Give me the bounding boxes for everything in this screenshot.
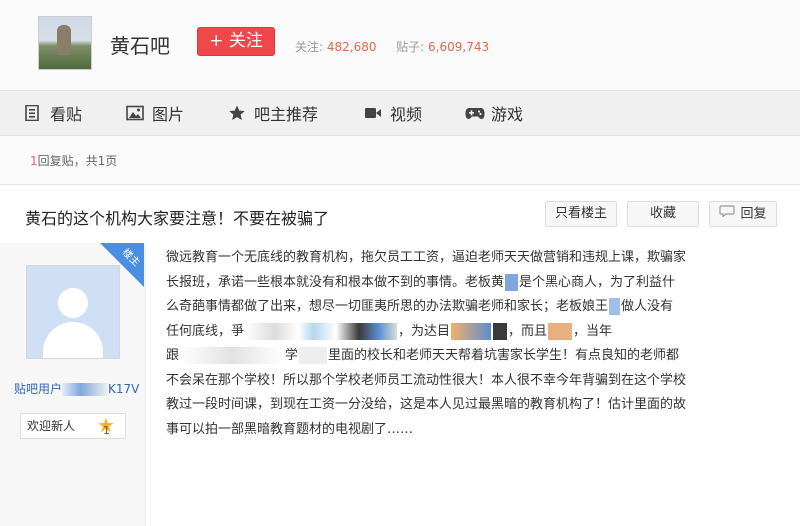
favorite-button[interactable]: 收藏 [627,201,699,227]
reply-count: 1回复贴，共1页 [30,152,117,169]
user-level: 1 [103,424,110,437]
redacted-mask [609,298,621,315]
nav-tab-recommended[interactable]: 吧主推荐 [228,102,318,124]
image-icon [126,105,144,121]
post-line: 微远教育一个无底线的教育机构，拖欠员工工资，逼迫老师天天做营销和违规上课，欺骗家 [166,250,687,265]
redacted-mask [180,347,285,364]
redacted-mask [245,322,398,340]
star-icon [228,105,246,121]
reply-button[interactable]: 回复 [709,201,777,227]
user-level-badge[interactable]: 欢迎新人 ★ 1 [20,413,126,439]
followers-count: 482,680 [326,40,377,54]
forum-header: 黄石吧 + 关注 关注: 482,680 贴子: 6,609,743 [0,0,800,90]
thread-title: 黄石的这个机构大家要注意！不要在被骗了 [25,209,330,228]
nav-tab-games[interactable]: 游戏 [465,102,523,124]
redacted-mask [299,347,328,364]
forum-avatar[interactable] [38,16,92,70]
document-icon [24,104,42,122]
page-suffix: 页 [105,154,118,168]
forum-stats: 关注: 482,680 贴子: 6,609,743 [295,38,489,55]
user-avatar[interactable] [26,265,120,359]
posts-label: 贴子: [396,40,425,54]
reply-count-number: 1 [30,154,38,168]
author-column: 楼主 贴吧用户 K17V 欢迎新人 ★ 1 [0,243,146,526]
posts-count: 6,609,743 [428,40,490,54]
comment-icon [719,202,736,226]
post-line: 跟学里面的校长和老师天天帮着坑害家长学生！有点良知的老师都 [166,347,680,364]
thread-title-bar: 黄石的这个机构大家要注意！不要在被骗了 只看楼主 收藏 回复 [0,184,800,244]
redacted-mask [493,322,508,340]
post-line: 不会呆在那个学校！所以那个学校老师员工流动性很大！本人很不幸今年背骗到在这个学校 [166,372,687,388]
redacted-mask [62,383,109,396]
followers-label: 关注: [295,40,324,54]
nav-tab-label: 游戏 [491,105,524,124]
redacted-mask [451,322,492,340]
post-line: 么奇葩事情都做了出来，想尽一切匪夷所思的办法欺骗老师和家长；老板娘王 做人没有 [166,298,674,315]
only-op-button[interactable]: 只看楼主 [545,201,617,227]
page: 黄石吧 + 关注 关注: 482,680 贴子: 6,609,743 看贴 图片 [0,0,800,526]
nav-tab-videos[interactable]: 视频 [364,102,422,124]
nav-tab-label: 视频 [390,105,423,124]
reply-count-text: 回复贴，共 [37,154,98,168]
post-content: 微远教育一个无底线的教育机构，拖欠员工工资，逼迫老师天天做营销和违规上课，欺骗家… [166,246,774,442]
redacted-mask [505,273,519,291]
forum-name[interactable]: 黄石吧 [110,30,170,59]
nav-tab-images[interactable]: 图片 [126,102,184,124]
post-line: 事可以拍一部黑暗教育题材的电视剧了…… [166,421,414,437]
post-line: 任何底线，爭 ，为达目 ，而且 ，当年 [166,322,613,340]
gamepad-icon [465,105,485,121]
nav-tab-label: 看贴 [50,105,83,124]
post-line: 教过一段时间课，到现在工资一分没给，这是本人见过最黑暗的教育机构了！估计里面的故 [166,397,687,412]
forum-nav: 看贴 图片 吧主推荐 视频 游戏 [0,90,800,136]
video-icon [364,105,382,121]
redacted-mask [548,322,573,340]
reply-button-label: 回复 [740,206,767,222]
nav-tab-label: 吧主推荐 [254,105,319,124]
nav-tab-label: 图片 [152,105,185,124]
follow-button[interactable]: + 关注 [197,27,275,56]
username-link[interactable]: 贴吧用户 K17V [14,380,139,397]
post: 楼主 贴吧用户 K17V 欢迎新人 ★ 1 微远教育一个无底线的教育机构，拖欠员工… [0,243,800,526]
welcome-label: 欢迎新人 [27,419,76,433]
post-line: 长报班，承诺一些根本就没有和根本做不到的事情。老板黄 是个黑心商人，为了利益什 [166,273,676,291]
nav-tab-posts[interactable]: 看贴 [24,102,82,124]
